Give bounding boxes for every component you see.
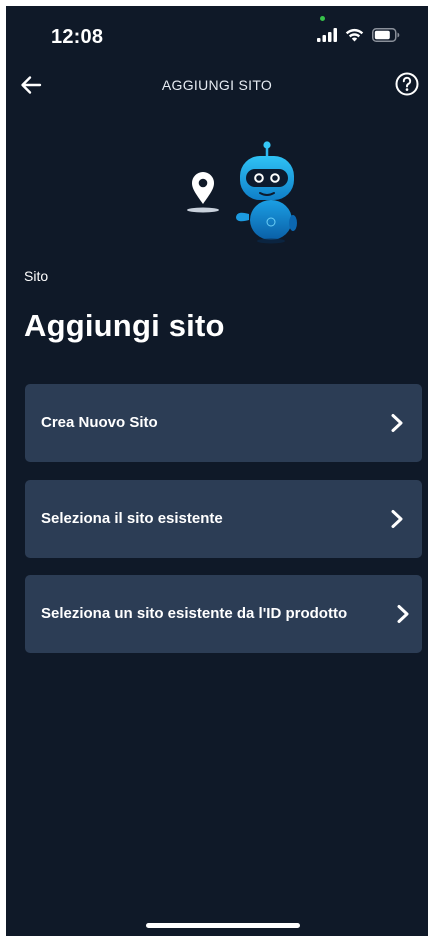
location-pin-icon <box>187 172 219 213</box>
option-label: Crea Nuovo Sito <box>41 414 158 431</box>
navigation-header: AGGIUNGI SITO <box>6 64 428 104</box>
robot-mascot <box>236 141 297 244</box>
chevron-right-icon <box>391 414 403 432</box>
header-title: AGGIUNGI SITO <box>161 77 273 93</box>
select-existing-site-button[interactable]: Seleziona il sito esistente <box>25 480 422 558</box>
create-new-site-button[interactable]: Crea Nuovo Sito <box>25 384 422 462</box>
question-circle-icon[interactable] <box>394 71 420 97</box>
chevron-right-icon <box>391 510 403 528</box>
chevron-right-icon <box>397 605 409 623</box>
status-time: 12:08 <box>51 26 104 48</box>
app-screen: 12:08 AGGIUNGI SITO Sito Aggiungi sito C… <box>6 6 428 936</box>
option-label: Seleziona il sito esistente <box>41 510 223 527</box>
page-title: Aggiungi sito <box>24 308 225 343</box>
status-icons <box>317 28 400 42</box>
status-bar: 12:08 <box>6 6 428 62</box>
home-indicator[interactable] <box>146 923 300 928</box>
cellular-signal-icon <box>317 28 337 42</box>
section-label: Sito <box>24 268 49 284</box>
option-label: Seleziona un sito esistente da l'ID prod… <box>41 605 348 622</box>
privacy-indicator-dot <box>320 16 325 21</box>
robot-location-illustration <box>187 141 297 244</box>
battery-icon <box>372 28 400 42</box>
wifi-icon <box>345 28 364 42</box>
select-site-by-product-id-button[interactable]: Seleziona un sito esistente da l'ID prod… <box>25 575 422 653</box>
